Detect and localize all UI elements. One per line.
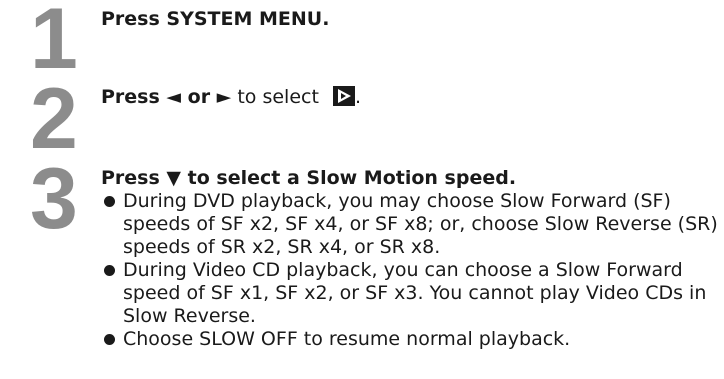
list-item: During DVD playback, you may choose Slow… bbox=[101, 190, 720, 259]
slow-motion-play-icon bbox=[332, 86, 355, 106]
list-item: During Video CD playback, you can choose… bbox=[101, 259, 720, 328]
step-title-text: to select bbox=[231, 86, 325, 108]
step-title: Press ▼ to select a Slow Motion speed. bbox=[101, 167, 517, 189]
step-title: Press SYSTEM MENU. bbox=[101, 8, 330, 30]
step-title-bold: Press ◄ or ► bbox=[101, 86, 232, 108]
step-title-end: . bbox=[354, 86, 361, 108]
step-title: Press ◄ or ► to select . bbox=[101, 85, 720, 109]
step-body: Press ◄ or ► to select . bbox=[101, 85, 720, 109]
step-number: 3 bbox=[30, 151, 78, 247]
list-item: Choose SLOW OFF to resume normal playbac… bbox=[101, 328, 720, 351]
step-number: 2 bbox=[30, 71, 78, 167]
list-item-text: Choose SLOW OFF to resume normal playbac… bbox=[123, 328, 571, 350]
list-item-text: During Video CD playback, you can choose… bbox=[123, 259, 707, 327]
step-body: Press ▼ to select a Slow Motion speed. D… bbox=[101, 166, 720, 351]
list-item-text: During DVD playback, you may choose Slow… bbox=[123, 190, 718, 258]
bullet-list: During DVD playback, you may choose Slow… bbox=[101, 190, 720, 351]
step-number: 1 bbox=[30, 0, 78, 87]
step-body: Press SYSTEM MENU. bbox=[101, 7, 720, 31]
bullet-dot bbox=[104, 196, 115, 207]
bullet-dot bbox=[104, 265, 115, 276]
bullet-dot bbox=[104, 334, 115, 345]
